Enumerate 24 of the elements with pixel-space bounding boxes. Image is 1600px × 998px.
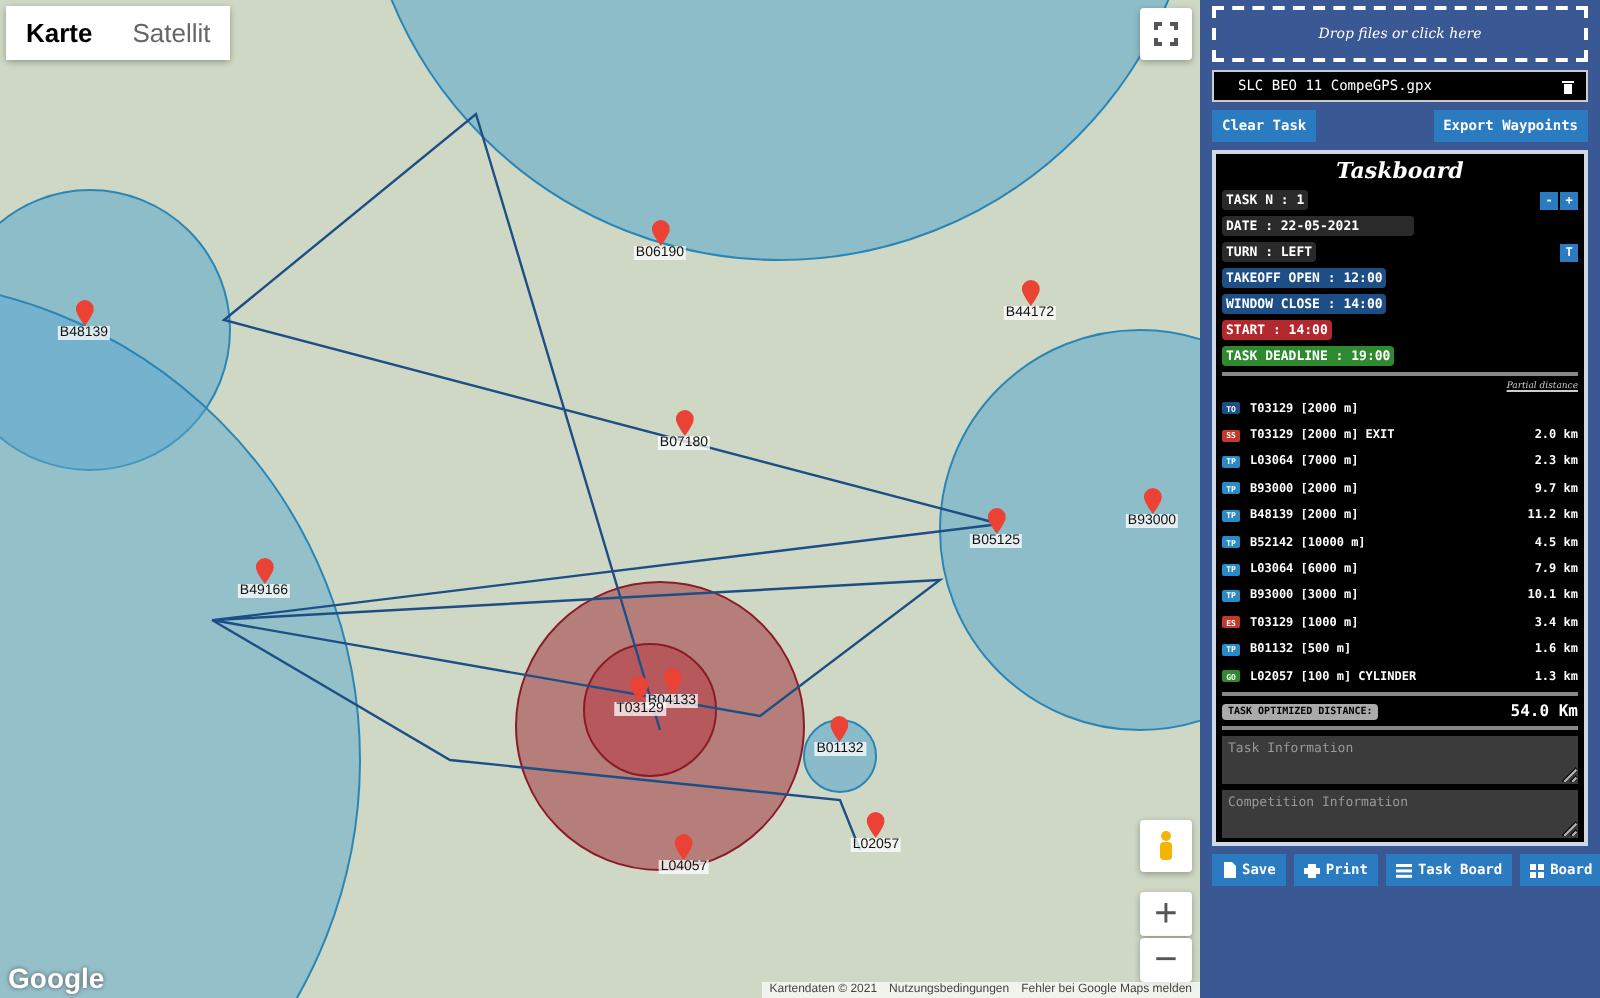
total-distance: 54.0 Km [1510, 702, 1578, 721]
map-pin-icon[interactable] [651, 220, 669, 246]
save-icon [1222, 862, 1236, 879]
fullscreen-button[interactable] [1140, 8, 1192, 60]
fullscreen-icon [1154, 22, 1178, 46]
street-view-button[interactable] [1140, 820, 1192, 872]
person-icon [1158, 830, 1174, 862]
map-pin-icon[interactable] [987, 508, 1005, 534]
trash-icon[interactable] [1562, 79, 1574, 93]
map-pin-icon[interactable] [631, 676, 649, 702]
airspace-circle [803, 719, 877, 793]
zoom-in-button[interactable]: + [1140, 892, 1192, 936]
map-pin-icon[interactable] [831, 716, 849, 742]
list-icon [1395, 863, 1412, 878]
map-pin-icon[interactable] [1021, 280, 1039, 306]
map-logo: Google [8, 962, 105, 994]
zoom-out-button[interactable]: − [1140, 938, 1192, 982]
taskboard-title: Taskboard [1334, 158, 1466, 184]
grid-icon [1530, 863, 1545, 878]
print-icon [1303, 863, 1320, 878]
map-pin-icon[interactable] [867, 812, 885, 838]
map-type-tab[interactable]: Karte [6, 6, 113, 60]
map-pin-icon[interactable] [675, 410, 693, 436]
map-type-tab[interactable]: Satellit [112, 6, 231, 60]
